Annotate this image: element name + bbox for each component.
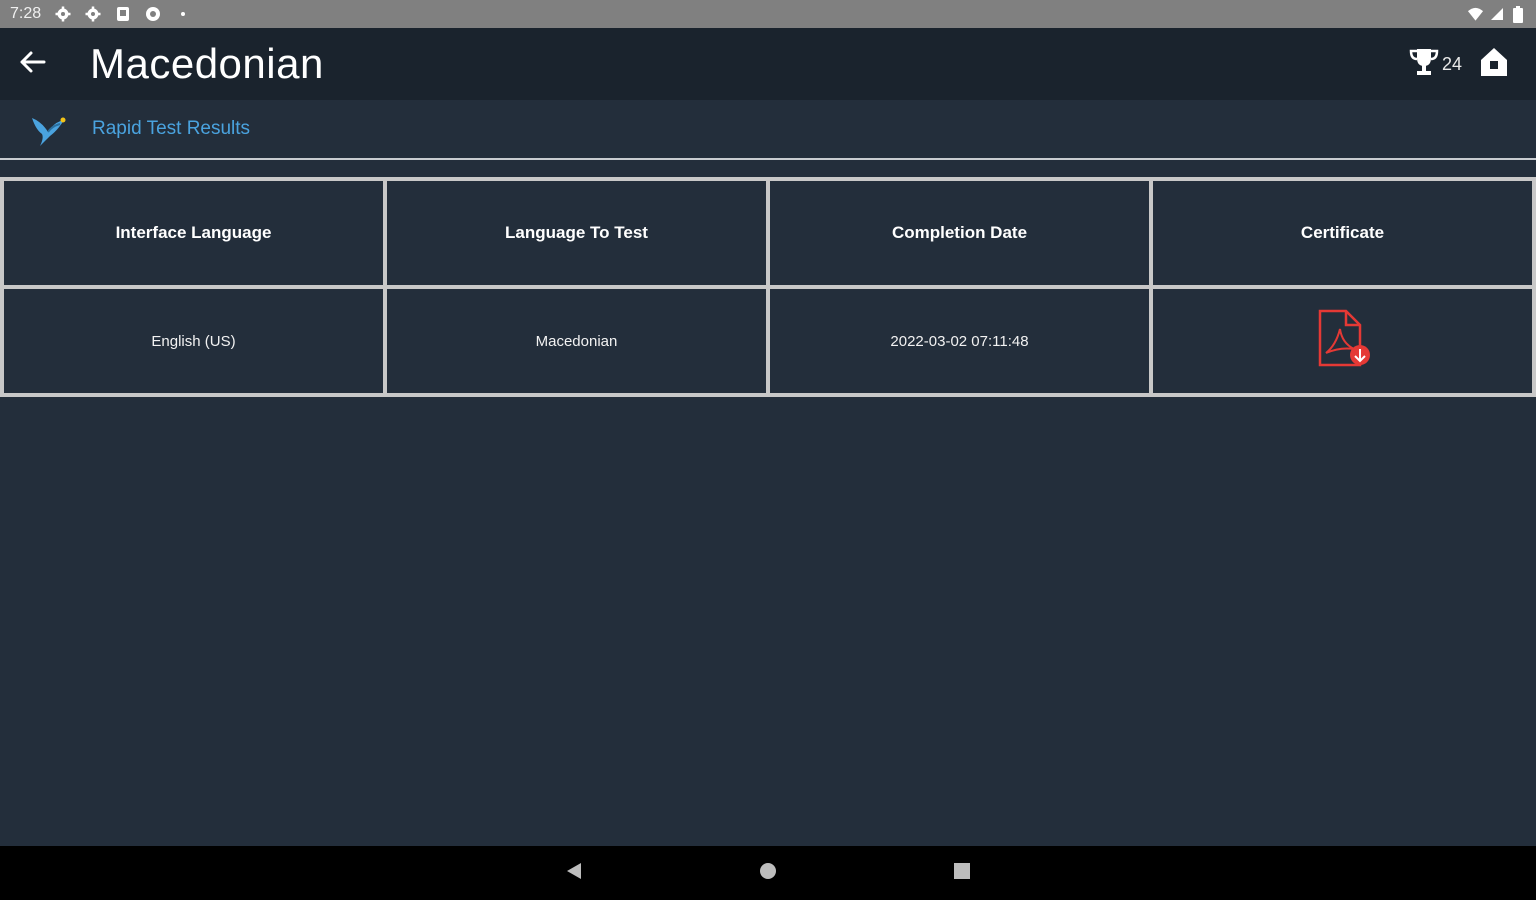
page-title: Macedonian bbox=[90, 40, 324, 87]
signal-icon bbox=[1488, 6, 1505, 23]
home-icon bbox=[1479, 46, 1509, 83]
pdf-download-icon[interactable] bbox=[1314, 309, 1372, 373]
nav-back-button[interactable] bbox=[552, 851, 596, 895]
column-header: Language To Test bbox=[383, 177, 770, 289]
app-bar: Macedonian 24 bbox=[0, 28, 1536, 100]
battery-icon bbox=[1509, 5, 1526, 23]
trophy-icon bbox=[1408, 47, 1440, 82]
sd-card-icon bbox=[114, 6, 131, 23]
gear-icon bbox=[84, 6, 101, 23]
interface-language-cell: English (US) bbox=[0, 285, 387, 397]
bird-logo-icon bbox=[28, 108, 70, 150]
system-nav-bar bbox=[0, 846, 1536, 900]
language-to-test-cell: Macedonian bbox=[383, 285, 770, 397]
back-button[interactable] bbox=[0, 28, 64, 100]
nav-home-button[interactable] bbox=[746, 851, 790, 895]
gear-icon bbox=[54, 6, 71, 23]
results-title: Rapid Test Results bbox=[92, 118, 251, 139]
nav-recents-icon bbox=[952, 861, 972, 886]
column-header: Completion Date bbox=[766, 177, 1153, 289]
column-header: Certificate bbox=[1149, 177, 1536, 289]
nav-recents-button[interactable] bbox=[940, 851, 984, 895]
sub-header: Rapid Test Results bbox=[0, 100, 1536, 160]
home-button[interactable] bbox=[1476, 44, 1512, 84]
trophy-button[interactable]: 24 bbox=[1408, 47, 1462, 82]
shield-icon bbox=[144, 6, 161, 23]
results-table: Interface Language Language To Test Comp… bbox=[0, 177, 1536, 397]
dot-icon bbox=[174, 6, 191, 23]
table-row: English (US) Macedonian 2022-03-02 07:11… bbox=[0, 285, 1536, 397]
status-time: 7:28 bbox=[10, 5, 42, 22]
status-bar: 7:28 bbox=[0, 0, 1536, 28]
table-header-row: Interface Language Language To Test Comp… bbox=[0, 177, 1536, 289]
nav-back-icon bbox=[564, 861, 584, 886]
wifi-icon bbox=[1467, 6, 1484, 23]
back-arrow-icon bbox=[17, 47, 47, 82]
certificate-cell[interactable] bbox=[1149, 285, 1536, 397]
completion-date-cell: 2022-03-02 07:11:48 bbox=[766, 285, 1153, 397]
nav-home-icon bbox=[758, 861, 778, 886]
trophy-count: 24 bbox=[1441, 53, 1462, 74]
column-header: Interface Language bbox=[0, 177, 387, 289]
